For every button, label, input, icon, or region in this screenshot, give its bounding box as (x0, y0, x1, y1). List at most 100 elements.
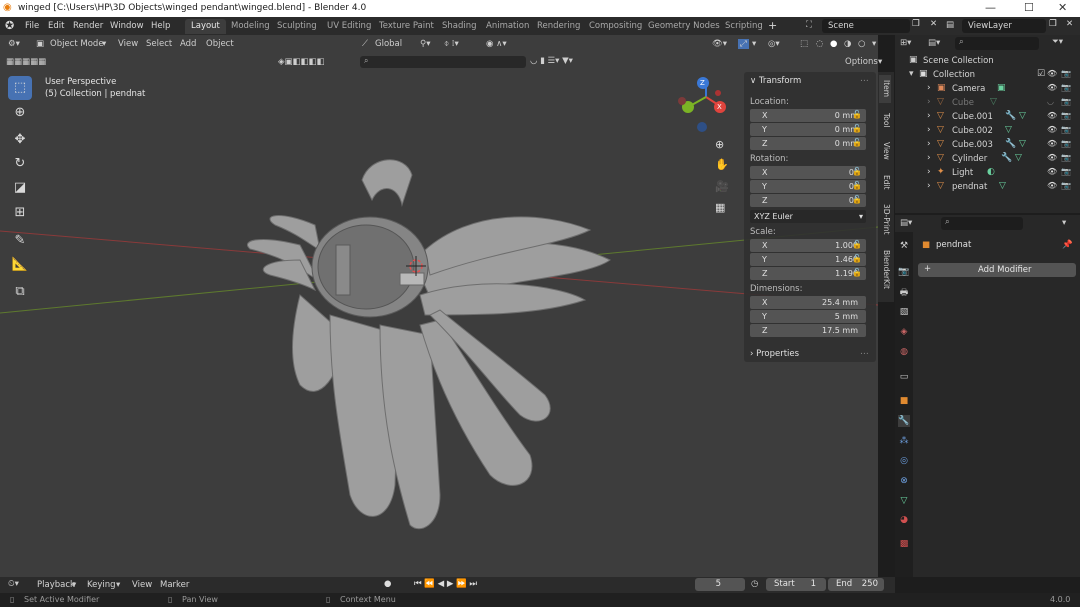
select-mode-icons[interactable]: ▦▦▦▦▦ (6, 57, 46, 67)
tab-tool[interactable]: Tool (879, 108, 891, 132)
tab-geometry-nodes[interactable]: Geometry Nodes (642, 19, 726, 34)
shading-material-icon[interactable]: ◑ (844, 39, 851, 49)
lock-icon[interactable]: 🔓 (852, 110, 862, 119)
render-camera-icon[interactable]: 📷 (1061, 181, 1071, 190)
chevron-down-icon[interactable]: ▾ (72, 580, 76, 590)
tab-shading[interactable]: Shading (436, 19, 483, 34)
dimension-z-field[interactable]: Z 17.5 mm (750, 324, 866, 337)
add-workspace-icon[interactable]: + (768, 19, 777, 32)
xray-icon[interactable]: ⬚ (800, 39, 808, 49)
measure-tool[interactable]: 📐 (8, 253, 32, 277)
menu-playback[interactable]: Playback (37, 580, 75, 590)
location-y-field[interactable]: Y0 mm (750, 123, 866, 136)
menu-file[interactable]: File (25, 21, 39, 31)
tab-compositing[interactable]: Compositing (583, 19, 648, 34)
add-modifier-button[interactable]: + Add Modifier (918, 263, 1076, 277)
end-frame-field[interactable]: End 250 (828, 578, 884, 591)
tab-edit[interactable]: Edit (879, 170, 891, 194)
tab-sculpting[interactable]: Sculpting (271, 19, 323, 34)
blender-menu-icon[interactable]: ✪ (5, 19, 14, 32)
view-layer-tab-icon[interactable]: ▧ (898, 306, 910, 318)
render-camera-icon[interactable]: 📷 (1061, 167, 1071, 176)
drag-handle-icon[interactable]: ⋯ (860, 76, 869, 86)
shading-rendered-icon[interactable]: ○ (858, 39, 865, 49)
render-camera-icon[interactable]: 📷 (1061, 83, 1071, 92)
visibility-eye-icon[interactable]: 👁 (1047, 153, 1057, 162)
overlays-icon[interactable]: ◎▾ (768, 39, 780, 49)
menu-render[interactable]: Render (73, 21, 103, 31)
menu-object[interactable]: Object (206, 39, 234, 49)
menu-keying[interactable]: Keying (87, 580, 116, 590)
transform-tool[interactable]: ⊞ (8, 201, 32, 225)
visibility-eye-icon[interactable]: 👁 (1047, 111, 1057, 120)
lock-icon[interactable]: 🔓 (852, 138, 862, 147)
shading-solid-icon[interactable]: ● (830, 39, 837, 49)
menu-help[interactable]: Help (151, 21, 170, 31)
lock-icon[interactable]: 🔓 (852, 195, 862, 204)
chevron-down-icon[interactable]: ▾ (1062, 218, 1066, 228)
select-box-tool[interactable]: ⬚ (8, 76, 32, 100)
view-layer-selector[interactable]: ViewLayer (962, 19, 1046, 33)
menu-view[interactable]: View (118, 39, 138, 49)
tab-item[interactable]: Item (879, 75, 891, 103)
lock-icon[interactable]: 🔓 (852, 124, 862, 133)
texture-tab-icon[interactable]: ▩ (898, 538, 910, 550)
dimension-x-field[interactable]: X 25.4 mm (750, 296, 866, 309)
menu-window[interactable]: Window (110, 21, 144, 31)
tab-3d-print[interactable]: 3D-Print (879, 200, 891, 238)
outliner-scene-collection[interactable]: ▣ Scene Collection (895, 54, 1080, 68)
move-tool[interactable]: ✥ (8, 128, 32, 152)
material-tab-icon[interactable]: ◕ (898, 514, 910, 526)
properties-editor-icon[interactable]: ▤▾ (900, 218, 912, 228)
scale-x-field[interactable]: X 1.000 (750, 239, 866, 252)
start-frame-field[interactable]: Start 1 (766, 578, 826, 591)
transform-panel-header[interactable]: ∨ Transform (750, 76, 801, 86)
location-z-field[interactable]: Z0 mm (750, 137, 866, 150)
chevron-down-icon[interactable]: ▾ (752, 39, 756, 49)
rotation-z-field[interactable]: Z 0° (750, 194, 866, 207)
render-camera-icon[interactable]: 📷 (1061, 111, 1071, 120)
tab-layout[interactable]: Layout (185, 19, 226, 34)
maximize-icon[interactable]: ☐ (1024, 1, 1034, 14)
checkbox-icon[interactable]: ☑ (1037, 69, 1045, 79)
outliner-search-input[interactable]: ⌕ (955, 37, 1039, 50)
camera-icon[interactable]: 🎥 (715, 180, 729, 193)
chevron-down-icon[interactable]: ▾ (116, 580, 120, 590)
drag-handle-icon[interactable]: ⋯ (860, 349, 869, 359)
tab-scripting[interactable]: Scripting (719, 19, 769, 34)
view-options-icons[interactable]: ◈▣◧◧◧◧ (278, 57, 325, 67)
tool-tab-icon[interactable]: ⚒ (898, 240, 910, 252)
mode-selector[interactable]: Object Mode (50, 39, 104, 49)
minimize-icon[interactable]: — (985, 1, 996, 14)
constraints-tab-icon[interactable]: ⊗ (898, 475, 910, 487)
editor-type-icon[interactable]: ⏲▾ (8, 579, 19, 589)
scale-z-field[interactable]: Z 1.196 (750, 267, 866, 280)
tab-animation[interactable]: Animation (480, 19, 535, 34)
visibility-eye-closed-icon[interactable]: ◡ (1047, 97, 1054, 106)
location-x-field[interactable]: X0 mm (750, 109, 866, 122)
lock-icon[interactable]: 🔓 (852, 167, 862, 176)
shading-wireframe-icon[interactable]: ◌ (816, 39, 823, 49)
pin-icon[interactable]: 📌 (1062, 240, 1073, 250)
new-view-layer-icon[interactable]: ❐ (1049, 19, 1057, 29)
render-camera-icon[interactable]: 📷 (1061, 153, 1071, 162)
filter-icon[interactable]: ⏷▾ (1052, 37, 1063, 47)
object-tab-icon[interactable]: ■ (898, 395, 910, 407)
cursor-tool[interactable]: ⊕ (8, 101, 32, 125)
menu-edit[interactable]: Edit (48, 21, 64, 31)
orientation-selector[interactable]: Global (375, 39, 402, 49)
playback-controls[interactable]: ⏮ ⏪ ◀ ▶ ⏩ ⏭ (414, 579, 477, 589)
rotation-y-field[interactable]: Y 0° (750, 180, 866, 193)
visibility-eye-icon[interactable]: 👁 (1047, 181, 1057, 190)
lock-icon[interactable]: 🔓 (852, 254, 862, 263)
visibility-icon[interactable]: 👁▾ (712, 39, 727, 49)
lock-icon[interactable]: 🔓 (852, 181, 862, 190)
pivot-icon[interactable]: ⚲▾ (420, 39, 431, 49)
annotate-tool[interactable]: ✎ (8, 229, 32, 253)
tab-uv-editing[interactable]: UV Editing (321, 19, 377, 34)
chevron-down-icon[interactable]: ▾ (878, 57, 882, 67)
current-frame-field[interactable]: 5 (695, 578, 745, 591)
modifier-tab-icon[interactable]: 🔧 (898, 415, 910, 427)
particles-tab-icon[interactable]: ⁂ (898, 435, 910, 447)
tab-blenderkit[interactable]: BlenderKit (879, 246, 891, 292)
